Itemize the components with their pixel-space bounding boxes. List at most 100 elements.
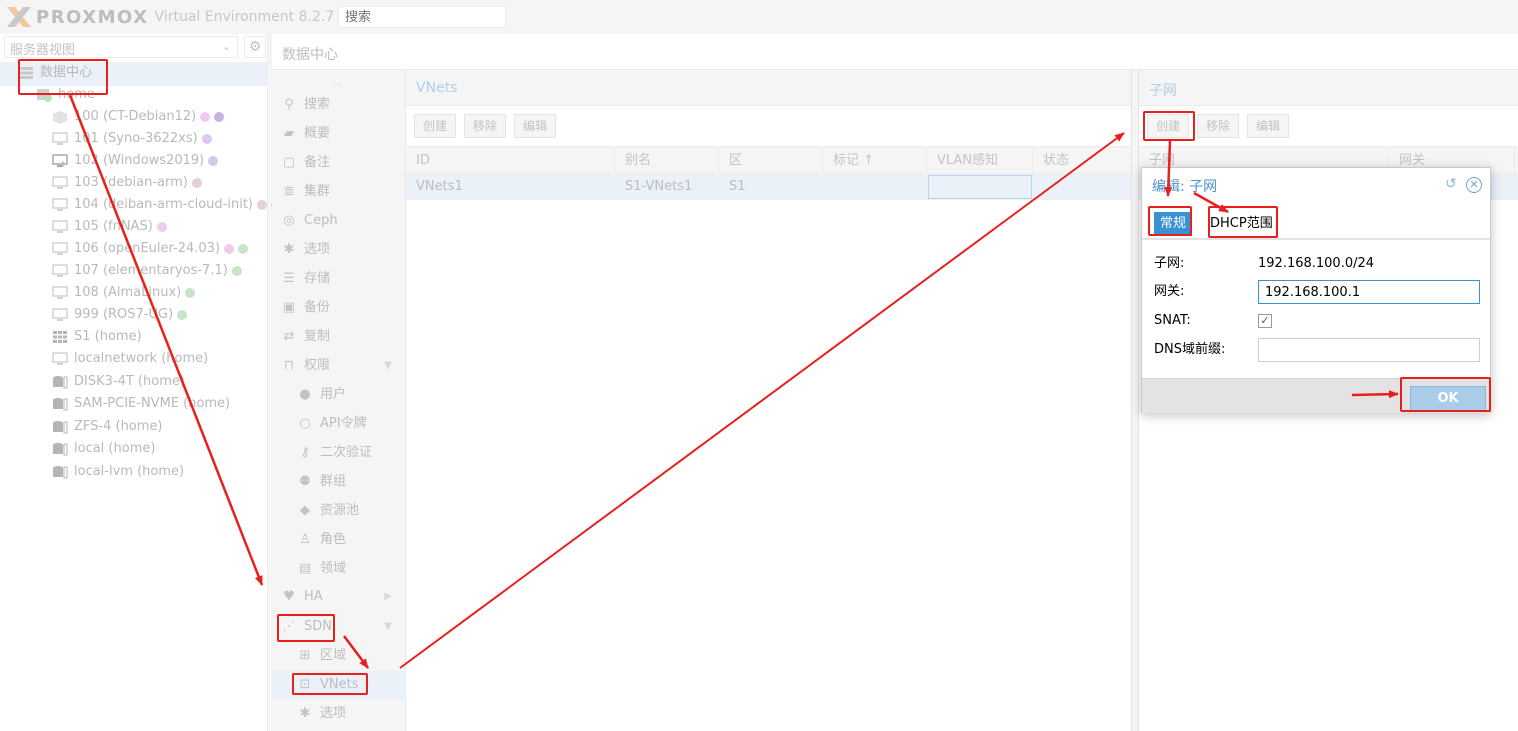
tree-item[interactable]: 999 (ROS7-UG) (52, 304, 188, 326)
tree-item[interactable]: home (36, 84, 95, 106)
menu-item[interactable]: ⇄ 复制 (272, 323, 406, 351)
book-icon: ▰ (284, 126, 294, 141)
vnets-edit-button[interactable]: 编辑 (514, 114, 557, 138)
tree-item[interactable]: local (home) (52, 438, 155, 460)
column-header[interactable]: 区 (719, 147, 823, 175)
tag-dot (191, 178, 202, 188)
menu-item[interactable]: ♥ HA ▶ (272, 583, 406, 611)
datacenter-icon (18, 66, 34, 80)
tree-item[interactable]: 104 (deiban-arm-cloud-init) (52, 194, 281, 216)
column-header[interactable]: 状态 (1033, 147, 1132, 175)
menu-item[interactable]: ◎ Ceph (272, 207, 406, 235)
storage-icon (52, 442, 68, 456)
tag-dot (208, 156, 219, 166)
menu-item[interactable]: ≣ 集群 (272, 178, 406, 206)
chevron-right-icon[interactable]: ▶ (384, 583, 392, 611)
column-header[interactable]: ID (406, 147, 615, 175)
chevron-down-icon[interactable]: ▼ (384, 613, 392, 641)
tab-dhcp-range[interactable]: DHCP范围 (1204, 212, 1279, 236)
vnets-title-bar (406, 70, 1131, 106)
tree-item-label: local (home) (74, 441, 156, 456)
tree-item[interactable]: 108 (AlmaLinux) (52, 282, 196, 304)
vm-icon (52, 198, 68, 212)
tree-item[interactable]: 105 (fnNAS) (52, 216, 167, 238)
menu-item[interactable]: ⊡ VNets (272, 671, 406, 699)
menu-item[interactable]: ♙ 角色 (272, 526, 406, 554)
subnets-edit-button[interactable]: 编辑 (1247, 114, 1290, 138)
tag-dot (257, 200, 267, 210)
storage-icon (52, 375, 68, 389)
menu-item[interactable]: ⚲ 搜索 (272, 91, 406, 119)
tree-item-label: 101 (Syno-3622xs) (74, 131, 198, 146)
subnets-remove-button[interactable]: 移除 (1197, 114, 1240, 138)
tree-item[interactable]: local-lvm (home) (52, 461, 184, 483)
tree-item[interactable]: 106 (openEuler-24.03) (52, 238, 249, 260)
tree-item[interactable]: DISK3-4T (home) (52, 371, 185, 393)
ok-button[interactable]: OK (1410, 386, 1486, 412)
menu-item[interactable]: ⚉ 群组 (272, 468, 406, 496)
tree-item[interactable]: 102 (Windows2019) (52, 150, 219, 172)
tree-item-label: 100 (CT-Debian12) (74, 109, 197, 124)
table-row[interactable]: VNets1 S1-VNets1 S1 (406, 174, 1131, 200)
vm-icon (52, 220, 68, 234)
snat-checkbox[interactable]: ✓ (1258, 314, 1272, 328)
tree-item[interactable]: S1 (home) (52, 326, 142, 348)
ceph-icon: ◎ (283, 213, 295, 228)
menu-item[interactable]: ▰ 概要 (272, 120, 406, 148)
view-select[interactable]: 服务器视图 ⌄ (4, 36, 238, 58)
tree-item[interactable]: 101 (Syno-3622xs) (52, 128, 212, 150)
menu-item[interactable]: ▣ 备份 (272, 294, 406, 322)
menu-item[interactable]: ▢ 备注 (272, 149, 406, 177)
global-search-input[interactable] (338, 6, 506, 28)
menu-item[interactable]: ◆ 资源池 (272, 497, 406, 525)
vnets-remove-button[interactable]: 移除 (464, 114, 507, 138)
tree-item[interactable]: localnetwork (home) (52, 348, 208, 370)
menu-item[interactable]: ⋰ SDN ▼ (272, 613, 406, 641)
tag-dot (177, 310, 188, 320)
tree-item[interactable]: 103 (debian-arm) (52, 172, 202, 194)
vnets-create-button[interactable]: 创建 (414, 114, 457, 138)
menu-item[interactable]: ☰ 存储 (272, 265, 406, 293)
tree-item-label: 108 (AlmaLinux) (74, 285, 182, 300)
tree-item[interactable]: ZFS-4 (home) (52, 416, 163, 438)
tree-item[interactable]: 100 (CT-Debian12) (52, 106, 225, 128)
top-bar: PROXMOX Virtual Environment 8.2.7 (0, 0, 1518, 34)
menu-item[interactable]: ● 用户 (272, 381, 406, 409)
close-icon[interactable]: ✕ (1466, 177, 1482, 193)
menu-item[interactable]: ✱ 选项 (272, 236, 406, 264)
menu-item[interactable]: ▤ 领域 (272, 555, 406, 583)
column-header[interactable]: VLAN感知 (927, 147, 1033, 175)
subnets-create-button[interactable]: 创建 (1147, 114, 1190, 138)
tab-general[interactable]: 常规 (1154, 212, 1193, 236)
menu-item[interactable]: ○ API令牌 (272, 410, 406, 438)
key-icon: ⚷ (300, 445, 310, 460)
address-book-icon: ▤ (298, 561, 312, 576)
resource-tree-panel: 服务器视图 ⌄ ⚙ 数据中心 home 100 (CT-Debian12) 101 (… (0, 34, 281, 731)
reset-icon[interactable]: ↺ (1445, 177, 1459, 191)
tree-item-label: ZFS-4 (home) (74, 419, 163, 434)
gateway-input[interactable] (1258, 280, 1480, 304)
column-header[interactable]: 标记 ↑ (823, 147, 927, 175)
edit-subnet-dialog: 编辑: 子网 ↺ ✕ 常规 DHCP范围 子网: 192.168.100.0/2… (1141, 167, 1491, 413)
menu-item[interactable]: ⊞ 区域 (272, 642, 406, 670)
dns-prefix-input[interactable] (1258, 338, 1480, 362)
tree-item[interactable]: SAM-PCIE-NVME (home) (52, 393, 230, 415)
network-icon: ⊡ (299, 677, 311, 692)
chevron-down-icon[interactable]: ▼ (384, 352, 392, 380)
dialog-footer: OK (1142, 378, 1490, 413)
tree-item[interactable]: 数据中心 (18, 62, 92, 84)
menu-item[interactable]: ✱ 选项 (272, 700, 406, 728)
menu-item[interactable]: ⚷ 二次验证 (272, 439, 406, 467)
column-header[interactable]: 别名 (615, 147, 719, 175)
menu-item[interactable]: ⊓ 权限 ▼ (272, 352, 406, 380)
menu-item-label: 区域 (320, 648, 347, 663)
subnet-value: 192.168.100.0/24 (1258, 256, 1375, 271)
proxmox-logo[interactable]: PROXMOX Virtual Environment 8.2.7 (6, 5, 334, 29)
gear-icon[interactable]: ⚙ (244, 36, 266, 58)
tag-dot (238, 244, 249, 254)
scroll-up-icon[interactable]: ︿ (332, 74, 342, 89)
menu-item-label: 二次验证 (320, 445, 373, 460)
tree-item[interactable]: 107 (elementaryos-7.1) (52, 260, 242, 282)
cell-zone: S1 (729, 179, 746, 194)
menu-item-label: 存储 (304, 271, 331, 286)
